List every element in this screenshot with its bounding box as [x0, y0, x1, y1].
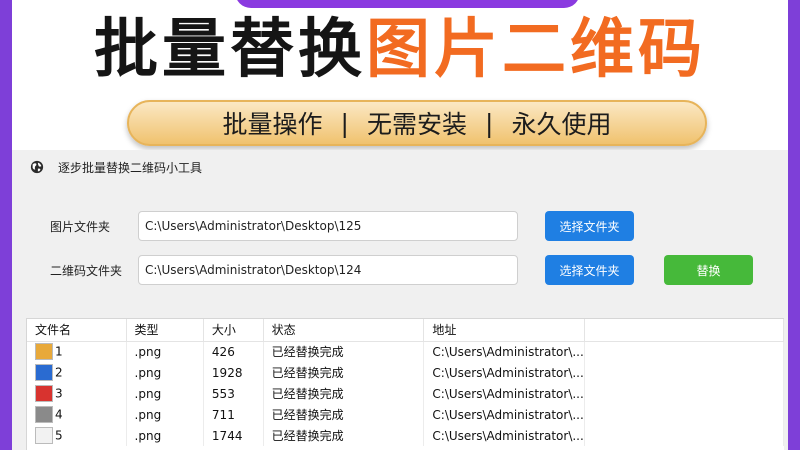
cell-filename: 5: [27, 425, 127, 446]
cell-address: C:\Users\Administrator\...: [423, 341, 585, 362]
top-ribbon: [235, 0, 580, 8]
cell-filename: 2: [27, 362, 127, 383]
cell-address: C:\Users\Administrator\...: [423, 404, 585, 425]
cell-empty: [584, 383, 785, 404]
window-title: 逐步批量替换二维码小工具: [58, 160, 203, 175]
table-row[interactable]: 5 .png 1744 已经替换完成 C:\Users\Administrato…: [27, 425, 785, 446]
cell-address: C:\Users\Administrator\...: [423, 383, 585, 404]
image-folder-input[interactable]: [138, 211, 518, 241]
qr-folder-label: 二维码文件夹: [50, 263, 123, 278]
replace-button[interactable]: 替换: [664, 255, 753, 285]
cell-size: 553: [203, 383, 264, 404]
choose-qr-folder-button[interactable]: 选择文件夹: [545, 255, 634, 285]
column-header-filename[interactable]: 文件名: [27, 319, 127, 342]
file-table: 文件名 类型 大小 状态 地址 1 .png 426 已经替换完成 C:\Use…: [26, 318, 785, 450]
image-folder-row: 图片文件夹 选择文件夹: [12, 210, 788, 242]
choose-image-folder-button[interactable]: 选择文件夹: [545, 211, 634, 241]
filename-text: 1: [55, 344, 63, 359]
cell-address: C:\Users\Administrator\...: [423, 362, 585, 383]
cell-empty: [584, 425, 785, 446]
filename-text: 2: [55, 365, 63, 380]
cell-type: .png: [126, 425, 204, 446]
cell-status: 已经替换完成: [263, 404, 425, 425]
purple-frame-right: [788, 0, 800, 450]
cell-empty: [584, 404, 785, 425]
image-thumbnail: [35, 427, 53, 444]
cell-status: 已经替换完成: [263, 425, 425, 446]
cell-type: .png: [126, 341, 204, 362]
feature-text: 永久使用: [511, 110, 612, 139]
cell-status: 已经替换完成: [263, 362, 425, 383]
feature-text: 批量操作: [222, 110, 323, 139]
filename-text: 4: [55, 407, 63, 422]
cell-empty: [584, 341, 785, 362]
cell-status: 已经替换完成: [263, 383, 425, 404]
feature-text: 无需安装: [366, 110, 467, 139]
filename-text: 5: [55, 428, 63, 443]
column-header-size[interactable]: 大小: [203, 319, 264, 342]
image-thumbnail: [35, 385, 53, 402]
cell-filename: 3: [27, 383, 127, 404]
cell-size: 1928: [203, 362, 264, 383]
cell-size: 711: [203, 404, 264, 425]
column-header-status[interactable]: 状态: [263, 319, 425, 342]
table-row[interactable]: 1 .png 426 已经替换完成 C:\Users\Administrator…: [27, 341, 785, 362]
cell-filename: 4: [27, 404, 127, 425]
image-thumbnail: [35, 343, 53, 361]
window-titlebar: 逐步批量替换二维码小工具: [12, 150, 788, 184]
image-folder-label: 图片文件夹: [50, 219, 111, 234]
headline-black: 批量替换: [94, 13, 366, 87]
qr-folder-row: 二维码文件夹 选择文件夹 替换: [12, 254, 788, 286]
cell-size: 426: [203, 341, 264, 362]
column-header-type[interactable]: 类型: [126, 319, 204, 342]
table-row[interactable]: 2 .png 1928 已经替换完成 C:\Users\Administrato…: [27, 362, 785, 383]
app-window: 逐步批量替换二维码小工具 图片文件夹 选择文件夹 二维码文件夹 选择文件夹 替换…: [12, 150, 788, 450]
cell-type: .png: [126, 383, 204, 404]
headline: 批量替换图片二维码: [12, 10, 788, 90]
cell-empty: [584, 362, 785, 383]
column-header-empty: [584, 319, 785, 342]
cell-type: .png: [126, 362, 204, 383]
table-header: 文件名 类型 大小 状态 地址: [27, 319, 785, 342]
cell-status: 已经替换完成: [263, 341, 425, 362]
image-thumbnail: [35, 406, 53, 423]
cell-size: 1744: [203, 425, 264, 446]
qr-folder-input[interactable]: [138, 255, 518, 285]
purple-frame-left: [0, 0, 12, 450]
filename-text: 3: [55, 386, 63, 401]
cell-type: .png: [126, 404, 204, 425]
headline-orange: 图片二维码: [366, 13, 706, 87]
globe-icon: [30, 160, 44, 174]
column-header-address[interactable]: 地址: [423, 319, 585, 342]
promo-banner: 批量替换图片二维码 批量操作 | 无需安装 | 永久使用: [12, 0, 788, 150]
table-row[interactable]: 3 .png 553 已经替换完成 C:\Users\Administrator…: [27, 383, 785, 404]
feature-pill: 批量操作 | 无需安装 | 永久使用: [127, 100, 707, 146]
image-thumbnail: [35, 364, 53, 381]
feature-separator: |: [485, 108, 494, 138]
cell-filename: 1: [27, 341, 127, 362]
table-row[interactable]: 4 .png 711 已经替换完成 C:\Users\Administrator…: [27, 404, 785, 425]
cell-address: C:\Users\Administrator\...: [423, 425, 585, 446]
feature-separator: |: [340, 108, 349, 138]
